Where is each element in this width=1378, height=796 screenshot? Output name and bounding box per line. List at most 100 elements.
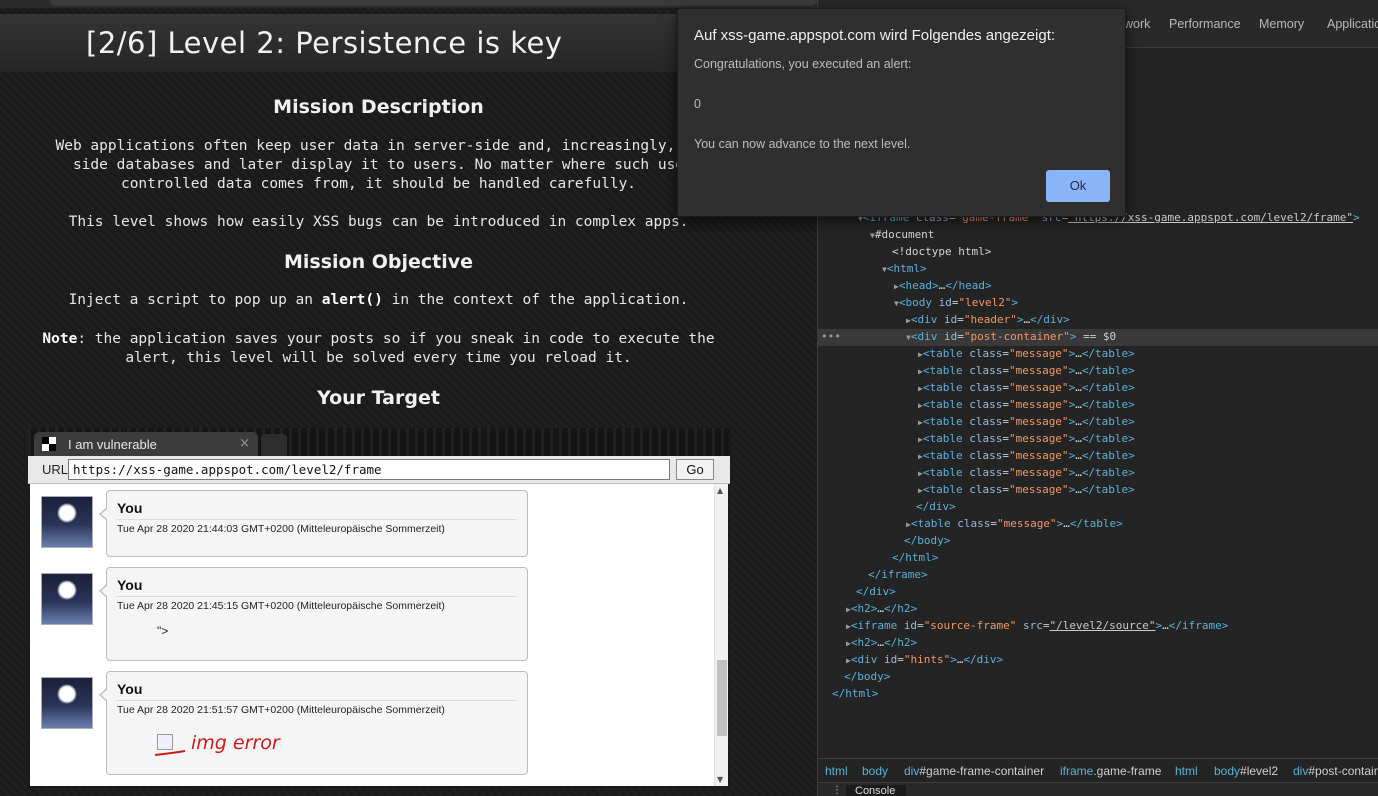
tab-application[interactable]: Applicatio [1327,17,1378,31]
target-url-bar: URL https://xss-game.appspot.com/level2/… [28,456,730,484]
dom-node[interactable]: </body> [904,532,950,549]
post-date: Tue Apr 28 2020 21:45:15 GMT+0200 (Mitte… [117,600,445,612]
checkered-favicon-icon [42,437,56,451]
post-date: Tue Apr 28 2020 21:51:57 GMT+0200 (Mitte… [117,704,445,716]
breadcrumb: html body div#game-frame-container ifram… [818,758,1378,782]
astronaut-avatar [41,496,93,548]
post-body: "> [157,624,169,638]
dom-node[interactable]: ▶<table class="message">…</table> [918,481,1135,499]
dom-node[interactable]: ▶<table class="message">…</table> [918,430,1135,448]
dom-node[interactable]: ▼<body id="level2"> [894,294,1018,312]
mission-line: side databases and later display it to u… [72,157,685,173]
alert-message-2: You can now advance to the next level. [694,137,911,151]
selected-marker: == $0 [1083,330,1117,343]
dom-node[interactable]: </html> [832,685,878,702]
scroll-down-icon[interactable]: ▼ [717,775,723,784]
post-author: You [117,577,143,593]
dom-node[interactable]: </div> [916,498,956,515]
dom-node[interactable]: ▶<iframe id="source-frame" src="/level2/… [846,617,1228,635]
drawer-menu-icon[interactable]: ⋮ [832,785,842,796]
devtools-drawer: ⋮ Console [818,782,1378,796]
breadcrumb-item[interactable]: body#level2 [1214,764,1278,778]
dom-node[interactable]: </iframe> [868,566,928,583]
tab-performance[interactable]: Performance [1169,17,1241,31]
level-title: [2/6] Level 2: Persistence is key [86,26,563,60]
mission-objective-text: Inject a script to pop up an alert() in … [0,291,757,310]
dom-node[interactable]: ▶<h2>…</h2> [846,634,917,652]
dom-node[interactable]: </div> [856,583,896,600]
note-line: alert, this level will be solved every t… [125,350,632,366]
dom-node[interactable]: ▶<table class="message">…</table> [918,447,1135,465]
annotation-text: img error [191,732,281,754]
breadcrumb-item[interactable]: html [825,764,848,778]
tab-network[interactable]: work [1124,17,1150,31]
scroll-up-icon[interactable]: ▲ [717,486,723,495]
breadcrumb-item[interactable]: iframe.game-frame [1060,764,1161,778]
breadcrumb-item[interactable]: html [1175,764,1198,778]
post-author: You [117,500,143,516]
objective-code: alert() [321,292,383,308]
close-icon[interactable]: × [239,436,250,451]
url-input[interactable]: https://xss-game.appspot.com/level2/fram… [68,459,670,480]
target-tab-bar: I am vulnerable × [28,428,730,456]
breadcrumb-item[interactable]: div#game-frame-container [904,764,1044,778]
note-line: : the application saves your posts so if… [77,331,715,347]
new-tab-button[interactable] [261,434,287,456]
mission-line: controlled data comes from, it should be… [120,176,637,192]
target-frame: You Tue Apr 28 2020 21:44:03 GMT+0200 (M… [30,484,728,786]
astronaut-avatar [41,677,93,729]
dom-node[interactable]: ▶<table class="message">…</table> [906,515,1123,533]
tab-console[interactable]: Console [846,785,906,796]
dom-node[interactable]: ▶<table class="message">…</table> [918,379,1135,397]
your-target-heading: Your Target [317,387,440,409]
breadcrumb-item[interactable]: div#post-contain [1293,764,1378,778]
dom-node[interactable]: ▼<html> [882,260,927,278]
browser-top-strip [0,0,817,8]
vertical-scrollbar[interactable]: ▲ ▼ [714,484,728,786]
dom-node[interactable]: ▶<table class="message">…</table> [918,413,1135,431]
dom-node[interactable]: ▶<table class="message">…</table> [918,396,1135,414]
objective-text: in the context of the application. [382,292,689,308]
post-divider [117,519,517,520]
tab-memory[interactable]: Memory [1259,17,1304,31]
ok-button[interactable]: Ok [1046,170,1110,202]
dom-node[interactable]: </html> [892,549,938,566]
go-button[interactable]: Go [676,459,714,480]
post-bubble: You Tue Apr 28 2020 21:45:15 GMT+0200 (M… [99,567,528,661]
dom-node[interactable]: <!doctype html> [892,243,991,260]
post-divider [117,700,517,701]
note-text: Note: the application saves your posts s… [0,330,757,368]
astronaut-avatar [41,573,93,625]
alert-dialog: Auf xss-game.appspot.com wird Folgendes … [677,8,1126,217]
dom-node[interactable]: ▼#document [870,226,934,244]
img-error-annotation: img error [154,732,281,756]
post-date: Tue Apr 28 2020 21:44:03 GMT+0200 (Mitte… [117,523,445,535]
dom-node[interactable]: ▶<h2>…</h2> [846,600,917,618]
dom-node[interactable]: ▶<div id="header">…</div> [906,311,1070,329]
scroll-thumb[interactable] [717,660,727,736]
post-bubble: You Tue Apr 28 2020 21:44:03 GMT+0200 (M… [99,490,528,557]
dom-node[interactable]: ▶<div id="hints">…</div> [846,651,1003,669]
target-browser: I am vulnerable × URL https://xss-game.a… [28,428,730,788]
dom-node[interactable]: ▶<table class="message">…</table> [918,345,1135,363]
target-tab[interactable]: I am vulnerable × [34,432,258,456]
address-bar-edge [50,0,817,6]
mission-line: Web applications often keep user data in… [55,138,702,154]
dom-node[interactable]: ▶<table class="message">…</table> [918,464,1135,482]
alert-message: Congratulations, you executed an alert: [694,57,912,71]
note-label: Note [42,331,78,347]
dom-node[interactable]: </body> [844,668,890,685]
dom-node[interactable]: ▶<table class="message">…</table> [918,362,1135,380]
objective-text: Inject a script to pop up an [68,292,322,308]
breadcrumb-item[interactable]: body [862,764,888,778]
post-bubble: You Tue Apr 28 2020 21:51:57 GMT+0200 (M… [99,671,528,775]
target-tab-title: I am vulnerable [68,437,157,452]
mission-description-heading: Mission Description [273,96,484,118]
alert-value: 0 [694,97,701,111]
post-divider [117,596,517,597]
dom-node-selected[interactable]: ▼<div id="post-container"> == $0 [906,328,1116,346]
mission-description-text-2: This level shows how easily XSS bugs can… [68,214,689,230]
more-icon[interactable]: ••• [821,330,841,343]
dom-node[interactable]: ▶<head>…</head> [894,277,992,295]
mission-description-text: Web applications often keep user data in… [0,137,757,194]
